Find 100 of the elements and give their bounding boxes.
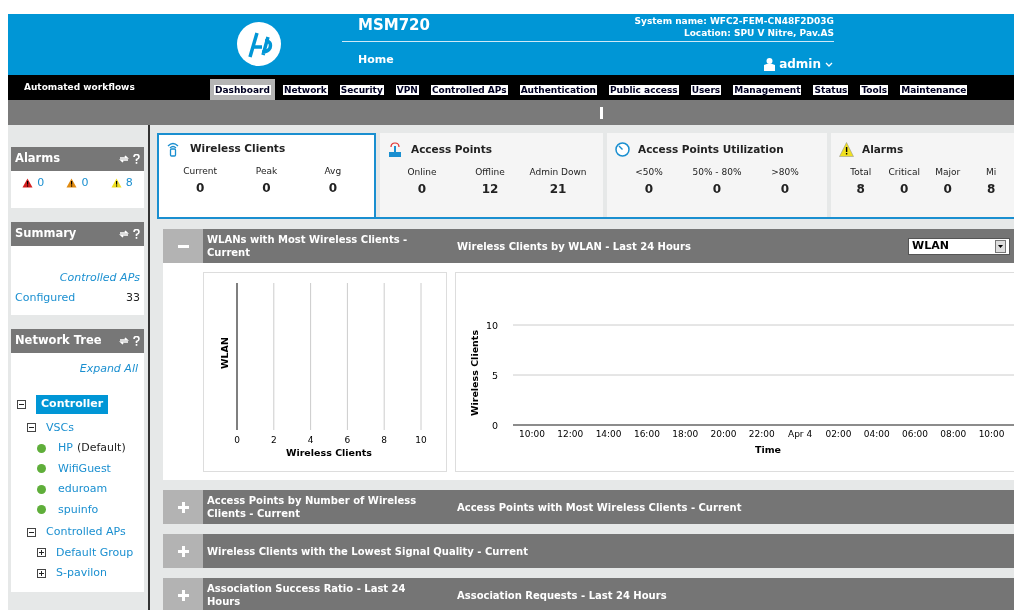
tree-node[interactable]: S-pavilon xyxy=(56,565,107,582)
wlan-select[interactable]: WLAN xyxy=(908,237,1010,255)
toggle-button[interactable] xyxy=(163,229,203,263)
stat-value: 8 xyxy=(855,180,866,198)
stat-value: 0 xyxy=(327,179,338,197)
location-text: Location: SPU V Nitre, Pav.AS xyxy=(682,27,834,39)
status-dot xyxy=(37,484,46,494)
nav-tab[interactable]: Dashboard xyxy=(210,78,275,100)
tree-node[interactable]: Controlled APs xyxy=(46,524,126,541)
splitter-handle[interactable] xyxy=(600,106,603,119)
stat-value: 0 xyxy=(261,179,272,197)
tree-node[interactable]: eduroam xyxy=(58,481,108,498)
status-dot xyxy=(37,443,46,453)
plus-icon xyxy=(177,501,189,513)
toggle-button[interactable] xyxy=(163,578,203,610)
alarm-count[interactable]: 8 xyxy=(125,175,133,192)
tick-label: 10:00 xyxy=(519,429,545,439)
card-title: Alarms xyxy=(862,142,904,158)
alarm-count[interactable]: 0 xyxy=(81,175,89,192)
stat-value: 0 xyxy=(779,180,791,198)
stat-value: 0 xyxy=(195,179,206,197)
tick-label: 10:00 xyxy=(978,429,1005,439)
status-dot xyxy=(37,464,46,474)
axis-label: Wireless Clients xyxy=(285,447,373,458)
axis-label: Wireless Clients xyxy=(469,329,480,417)
toggle-button[interactable] xyxy=(163,534,203,568)
product-name: MSM720 xyxy=(358,15,430,36)
widget-title: Network Tree xyxy=(15,331,102,349)
card-title: Access Points Utilization xyxy=(638,142,784,158)
alarm-count[interactable]: 0 xyxy=(37,175,45,192)
nav-tab[interactable]: Security xyxy=(335,78,388,100)
stat-value: 0 xyxy=(711,180,723,198)
tick-label: 8 xyxy=(381,435,388,445)
stat-card[interactable]: Wireless Clients Current 0 Peak 0 Avg 0 xyxy=(157,133,376,217)
stat-label: >80% xyxy=(770,166,800,179)
tick-label: 2 xyxy=(270,435,277,445)
help-icon xyxy=(133,154,140,164)
plus-icon xyxy=(177,545,189,557)
toggle-button[interactable] xyxy=(163,490,203,524)
stat-label: Current xyxy=(182,165,219,178)
tick-label: 12:00 xyxy=(557,429,584,439)
tick-label: 16:00 xyxy=(633,429,660,439)
stat-label: Admin Down xyxy=(528,166,588,179)
stat-value: 0 xyxy=(899,180,910,198)
tree-node[interactable]: HP xyxy=(58,440,73,457)
panel-title: Wireless Clients with the Lowest Signal Quality - Current xyxy=(206,544,529,558)
tick-label: 0 xyxy=(234,435,240,445)
nav-tab[interactable]: Network xyxy=(278,78,332,100)
expand-all-link[interactable]: Expand All xyxy=(17,352,138,393)
stat-label: Critical xyxy=(887,166,921,179)
tick-label: 22:00 xyxy=(748,429,775,439)
stat-label: Total xyxy=(849,166,873,179)
tree-node[interactable]: Default Group xyxy=(56,544,134,561)
chevron-icon xyxy=(825,61,833,67)
nav-tab[interactable]: Maintenance xyxy=(896,78,972,100)
user-icon xyxy=(764,57,776,71)
nav-tab[interactable]: Status xyxy=(809,78,853,100)
widget-title: Summary xyxy=(15,224,77,242)
tick-label: Apr 4 xyxy=(788,429,813,439)
tree-node[interactable]: WifiGuest xyxy=(58,460,111,477)
summary-label[interactable]: Configured xyxy=(15,290,76,307)
stat-value: 8 xyxy=(986,180,997,198)
tree-node[interactable]: spuinfo xyxy=(58,501,99,518)
tick-label: 6 xyxy=(344,435,351,445)
summary-heading[interactable]: Controlled APs xyxy=(15,269,140,286)
nav-tab[interactable]: Public access xyxy=(605,78,683,100)
stat-label: Avg xyxy=(323,165,343,178)
nav-tab[interactable]: Tools xyxy=(856,78,893,100)
warning-icon xyxy=(839,142,854,158)
nav-tab[interactable]: Authentication xyxy=(515,78,601,100)
tick-label: 20:00 xyxy=(710,429,737,439)
plus-icon xyxy=(177,589,189,601)
stat-value: 21 xyxy=(548,180,568,198)
tick-label: 10 xyxy=(415,435,427,445)
refresh-icon xyxy=(119,228,129,239)
stat-card[interactable]: Access Points Utilization <50% 0 50% - 80% 0 >80% 0 xyxy=(607,133,827,217)
tick-label: 04:00 xyxy=(863,429,890,439)
card-title: Access Points xyxy=(411,142,493,158)
tick-label: 4 xyxy=(307,435,314,445)
stat-value: 0 xyxy=(643,180,655,198)
panel-title: Association Requests - Last 24 Hours xyxy=(457,588,668,603)
nav-tab[interactable]: Controlled APs xyxy=(426,78,512,100)
stat-value: 12 xyxy=(480,180,500,198)
stat-label: Peak xyxy=(254,165,279,178)
workflows-link[interactable]: Automated workflows xyxy=(8,80,150,95)
stat-label: Major xyxy=(934,166,962,179)
card-title: Wireless Clients xyxy=(190,141,286,157)
stat-label: Online xyxy=(406,166,438,179)
summary-value: 33 xyxy=(126,290,140,306)
nav-tab[interactable]: VPN xyxy=(391,78,423,100)
nav-tab[interactable]: Management xyxy=(729,78,806,100)
tick-label: 10 xyxy=(485,320,498,331)
logo-icon xyxy=(236,21,282,67)
stat-card[interactable]: Access Points Online 0 Offline 12 Admin Down 21 xyxy=(380,133,603,217)
tick-label: 06:00 xyxy=(902,429,928,439)
axis-label: Time xyxy=(754,444,782,455)
system-name: System name: WFC2-FEM-CN48F2D03G xyxy=(634,15,834,27)
stat-card[interactable]: Alarms Total 8 Critical 0 Major 0 Mi 8 xyxy=(831,133,1014,217)
tree-node[interactable]: VSCs xyxy=(46,419,74,436)
nav-tab[interactable]: Users xyxy=(686,78,726,100)
